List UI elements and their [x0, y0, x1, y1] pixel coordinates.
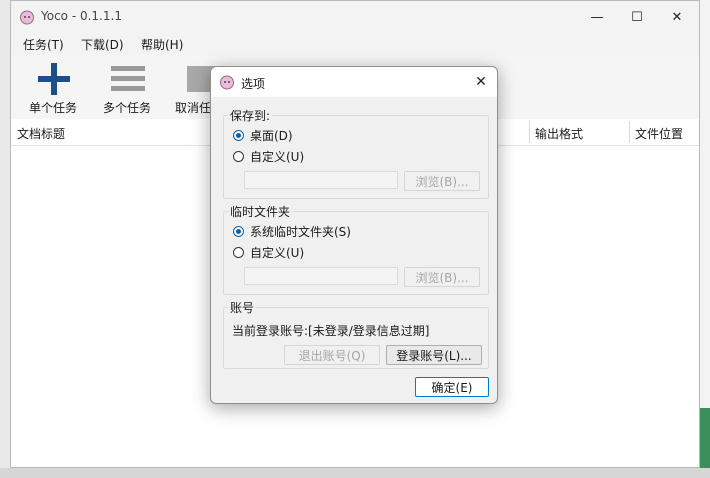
multi-task-button[interactable]: 多个任务 — [91, 59, 163, 115]
account-label: 账号 — [228, 299, 257, 316]
maximize-button[interactable]: ☐ — [617, 5, 657, 29]
plus-icon — [38, 63, 70, 95]
save-desktop-label: 桌面(D) — [250, 128, 293, 143]
login-button[interactable]: 登录账号(L)... — [386, 345, 482, 365]
account-group: 账号 当前登录账号:[未登录/登录信息过期] 退出账号(Q) 登录账号(L)..… — [223, 299, 489, 369]
save-path-field[interactable] — [244, 171, 398, 189]
column-doc-title[interactable]: 文档标题 — [17, 125, 65, 142]
save-to-group: 保存到: 桌面(D) 自定义(U) 浏览(B)... — [223, 107, 489, 199]
menu-task[interactable]: 任务(T) — [23, 36, 64, 53]
ok-button[interactable]: 确定(E) — [415, 377, 489, 397]
save-to-label: 保存到: — [228, 107, 273, 124]
app-logo-icon — [220, 75, 234, 90]
dialog-close-button[interactable]: ✕ — [469, 70, 493, 94]
desktop-right-fragment — [700, 0, 710, 478]
column-output-format[interactable]: 输出格式 — [535, 125, 583, 142]
temp-custom-label: 自定义(U) — [250, 245, 305, 260]
single-task-button[interactable]: 单个任务 — [17, 59, 89, 115]
column-separator[interactable] — [629, 121, 630, 143]
close-button[interactable]: ✕ — [657, 5, 697, 29]
column-separator[interactable] — [529, 121, 530, 143]
temp-folder-group: 临时文件夹 系统临时文件夹(S) 自定义(U) 浏览(B)... — [223, 203, 489, 295]
single-task-label: 单个任务 — [28, 101, 77, 115]
save-browse-button[interactable]: 浏览(B)... — [404, 171, 480, 191]
dialog-title: 选项 — [241, 77, 266, 91]
radio-checked-icon — [233, 225, 244, 237]
menu-help[interactable]: 帮助(H) — [141, 36, 183, 53]
window-title: Yoco - 0.1.1.1 — [41, 9, 122, 23]
list-icon — [111, 66, 145, 91]
temp-custom-radio[interactable]: 自定义(U) — [233, 244, 304, 260]
temp-system-radio[interactable]: 系统临时文件夹(S) — [233, 223, 351, 239]
temp-system-label: 系统临时文件夹(S) — [250, 224, 351, 239]
temp-browse-button[interactable]: 浏览(B)... — [404, 267, 480, 287]
desktop-bottom-fragment — [0, 468, 710, 478]
current-account-text: 当前登录账号:[未登录/登录信息过期] — [232, 324, 430, 338]
app-logo-icon — [20, 10, 34, 25]
save-desktop-radio[interactable]: 桌面(D) — [233, 127, 293, 143]
logout-button[interactable]: 退出账号(Q) — [284, 345, 380, 365]
title-bar[interactable]: Yoco - 0.1.1.1 — ☐ ✕ — [11, 1, 699, 33]
radio-checked-icon — [233, 129, 244, 141]
menu-download[interactable]: 下载(D) — [81, 36, 124, 53]
dialog-title-bar[interactable]: 选项 ✕ — [211, 67, 497, 97]
minimize-button[interactable]: — — [577, 5, 617, 29]
save-custom-label: 自定义(U) — [250, 149, 305, 164]
menu-bar: 任务(T) 下载(D) 帮助(H) — [11, 33, 699, 55]
save-custom-radio[interactable]: 自定义(U) — [233, 148, 304, 164]
radio-unchecked-icon — [233, 150, 244, 162]
options-dialog: 选项 ✕ 保存到: 桌面(D) 自定义(U) 浏览(B)... 临时文件夹 系统… — [210, 66, 498, 404]
temp-path-field[interactable] — [244, 267, 398, 285]
column-file-location[interactable]: 文件位置 — [635, 125, 683, 142]
radio-unchecked-icon — [233, 246, 244, 258]
temp-folder-label: 临时文件夹 — [228, 203, 293, 220]
multi-task-label: 多个任务 — [102, 101, 151, 115]
